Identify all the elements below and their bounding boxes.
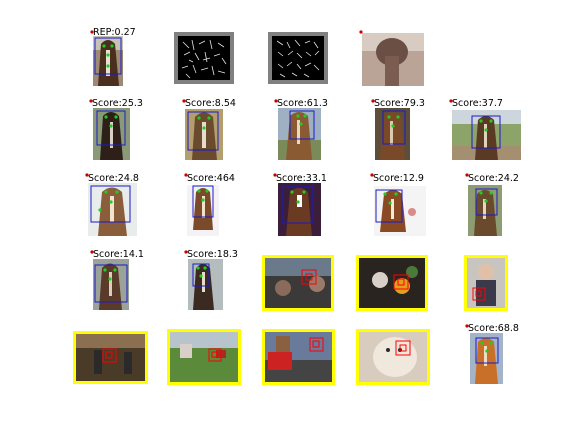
score-label: Score:37.7	[452, 98, 503, 109]
score-label: Score:68.8	[468, 323, 519, 334]
detection-cell: Score:464	[184, 173, 235, 236]
score-label: Score:24.8	[88, 173, 139, 184]
detection-cell: Score:25.3	[89, 98, 143, 160]
detection-cell: Score:24.8	[85, 173, 139, 236]
row-4: Score:14.1 Score:18.3	[90, 249, 508, 311]
false-positive-cell	[262, 329, 335, 385]
score-label: Score:8.54	[185, 98, 236, 109]
score-label: Score:33.1	[276, 173, 327, 184]
score-label: Score:25.3	[92, 98, 143, 109]
horse-photo-thumbnail	[93, 36, 123, 86]
false-positive-cell	[464, 255, 508, 311]
detection-cell: Score:14.1	[90, 249, 144, 310]
false-positive-cell	[356, 329, 430, 385]
mean-horse-image	[359, 30, 424, 86]
row-3: Score:24.8 Score:464 Score:33.1 Score:12…	[85, 173, 519, 236]
score-label: Score:24.2	[468, 173, 519, 184]
score-label: Score:12.9	[373, 173, 424, 184]
false-positive-cell	[167, 329, 241, 385]
detection-cell: Score:8.54	[182, 98, 236, 160]
score-label: Score:61.3	[277, 98, 328, 109]
row-5: Score:68.8	[73, 323, 519, 385]
hog-template-a	[174, 32, 234, 84]
detection-cell: Score:18.3	[184, 249, 238, 310]
hog-template-b	[268, 32, 328, 84]
false-positive-cell	[262, 255, 334, 311]
row-1: REP:0.27	[90, 27, 424, 86]
figure-canvas: REP:0.27 Score:25.3 Score:8.54 Score:61.…	[73, 27, 521, 385]
score-label: Score:18.3	[187, 249, 238, 260]
row-2: Score:25.3 Score:8.54 Score:61.3 Score:7…	[89, 98, 521, 160]
detection-cell: Score:33.1	[273, 173, 327, 236]
detection-cell: Score:12.9	[370, 173, 426, 236]
detection-cell: Score:61.3	[274, 98, 328, 160]
false-positive-cell	[73, 331, 148, 384]
detection-cell: Score:37.7	[449, 98, 521, 160]
score-label: Score:14.1	[93, 249, 144, 260]
detection-cell: Score:24.2	[465, 173, 519, 236]
detection-cell: Score:79.3	[371, 98, 425, 160]
false-positive-cell	[356, 255, 428, 311]
score-label: Score:79.3	[374, 98, 425, 109]
detection-cell: Score:68.8	[465, 323, 519, 384]
score-label: Score:464	[187, 173, 235, 184]
